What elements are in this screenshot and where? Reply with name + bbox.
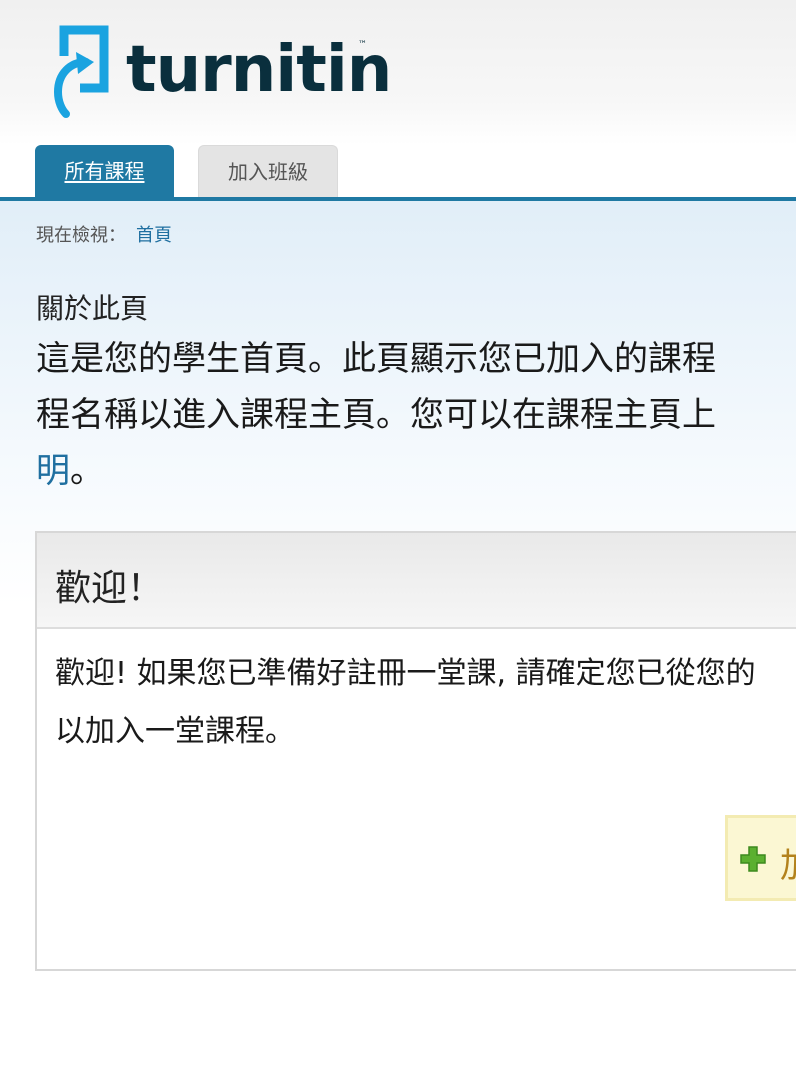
welcome-message-line: 歡迎! 如果您已準備好註冊一堂課, 請確定您已從您的 [55,656,756,691]
site-header: turnitin ™ [0,0,796,145]
welcome-panel-header: 歡迎！ [37,533,796,629]
welcome-title: 歡迎！ [55,568,164,609]
logo-wordmark: turnitin [126,33,392,107]
about-text-line: 這是您的學生首頁。此頁顯示您已加入的課程 [36,339,716,379]
about-text-line: 程名稱以進入課程主頁。您可以在課程主頁上 [36,395,716,435]
welcome-message-line: 以加入一堂課程。 [55,714,295,749]
about-help-link[interactable]: 明 [36,451,70,491]
turnitin-logo[interactable]: turnitin ™ [50,22,392,122]
plus-icon [740,846,766,872]
about-this-page-text: 這是您的學生首頁。此頁顯示您已加入的課程 程名稱以進入課程主頁。您可以在課程主頁… [36,331,796,499]
welcome-message: 歡迎! 如果您已準備好註冊一堂課, 請確定您已從您的 以加入一堂課程。 [55,645,796,761]
join-class-button[interactable]: 加 [725,815,796,901]
welcome-panel: 歡迎！ 歡迎! 如果您已準備好註冊一堂課, 請確定您已從您的 以加入一堂課程。 … [35,531,796,971]
breadcrumb: 現在檢視： 首頁 [36,221,172,247]
join-class-label: 加 [780,838,796,887]
tab-enroll-in-class[interactable]: 加入班級 [198,145,338,197]
trademark-symbol: ™ [358,40,367,50]
tab-all-classes[interactable]: 所有課程 [35,145,174,197]
about-this-page-heading: 關於此頁 [36,292,149,325]
about-text-tail: 。 [70,451,104,491]
tab-bar: 所有課程 加入班級 [0,145,796,197]
turnitin-logo-icon [53,25,109,118]
about-text-line-last: 明。 [36,443,796,499]
main-content: 現在檢視： 首頁 關於此頁 這是您的學生首頁。此頁顯示您已加入的課程 程名稱以進入… [0,201,796,1080]
breadcrumb-prefix: 現在檢視： [36,225,126,246]
breadcrumb-home-link[interactable]: 首頁 [136,225,172,246]
